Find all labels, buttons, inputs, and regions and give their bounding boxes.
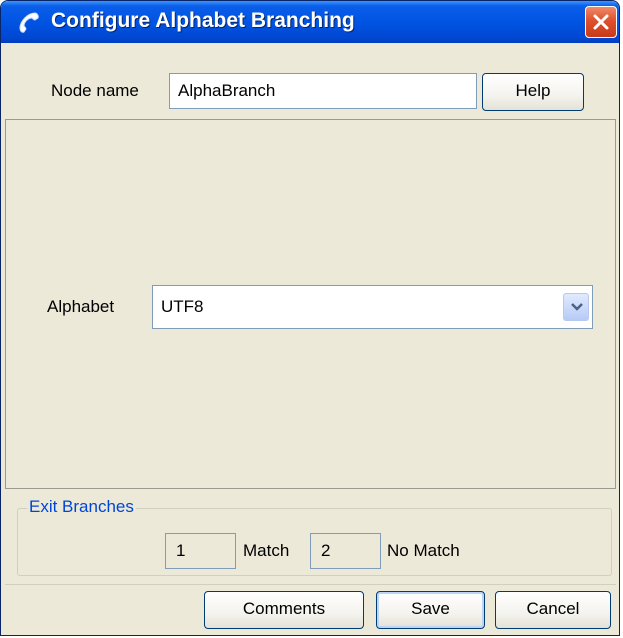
close-icon xyxy=(593,14,609,30)
save-button[interactable]: Save xyxy=(376,591,485,629)
window-title: Configure Alphabet Branching xyxy=(51,9,355,32)
dropdown-arrow-button[interactable] xyxy=(563,293,589,321)
exit-branch-number: 2 xyxy=(310,533,381,569)
alphabet-label: Alphabet xyxy=(47,297,115,316)
exit-branches-title: Exit Branches xyxy=(27,497,136,517)
node-name-field[interactable]: AlphaBranch xyxy=(169,73,477,109)
alphabet-dropdown[interactable]: UTF8 xyxy=(152,285,593,329)
exit-branch-number: 1 xyxy=(165,533,236,569)
title-bar[interactable]: Configure Alphabet Branching xyxy=(1,1,619,43)
close-button[interactable] xyxy=(585,6,617,38)
exit-branch-label: Match xyxy=(243,541,290,560)
phone-handset-icon xyxy=(15,10,41,36)
alphabet-selected-value: UTF8 xyxy=(161,297,204,316)
comments-button[interactable]: Comments xyxy=(204,591,364,629)
help-button[interactable]: Help xyxy=(482,73,584,111)
exit-branch-label: No Match xyxy=(387,541,460,560)
cancel-button[interactable]: Cancel xyxy=(495,591,611,629)
node-name-label: Node name xyxy=(51,81,139,100)
chevron-down-icon xyxy=(571,303,583,311)
dialog-window: Configure Alphabet Branching Node name A… xyxy=(0,0,620,636)
